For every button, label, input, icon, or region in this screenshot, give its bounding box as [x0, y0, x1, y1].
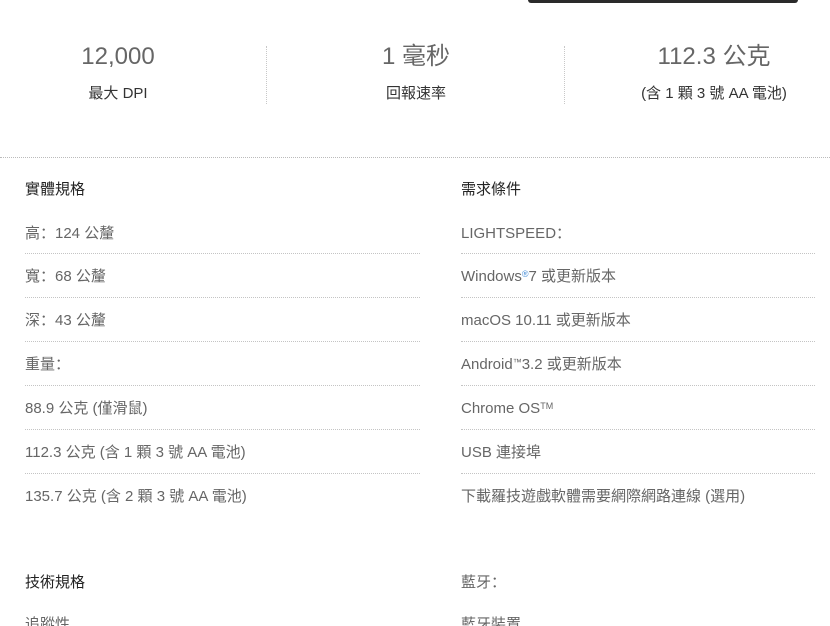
requirement-suffix: 7 或更新版本 — [528, 268, 617, 285]
requirement-row: USB 連接埠 — [461, 430, 815, 474]
stat-value: 1 毫秒 — [381, 43, 450, 70]
stat-label: 最大 DPI — [88, 85, 148, 102]
spec-row: 重量： — [25, 342, 420, 386]
stat-value: 112.3 公克 — [657, 43, 771, 70]
stat-divider — [266, 46, 267, 104]
trademark-mark: ™ — [512, 357, 522, 367]
spec-text: 寬：68 公釐 — [25, 268, 106, 285]
requirement-row: Android™ 3.2 或更新版本 — [461, 342, 815, 386]
stat-label: 回報速率 — [385, 85, 446, 102]
spec-text: 135.7 公克 (含 2 顆 3 號 AA 電池) — [25, 488, 247, 505]
spec-text: 重量： — [25, 356, 71, 373]
stat-label: (含 1 顆 3 號 AA 電池) — [641, 85, 787, 102]
requirement-text: Windows — [461, 268, 522, 285]
spec-text: 112.3 公克 (含 1 顆 3 號 AA 電池) — [25, 444, 246, 461]
registered-mark: ® — [521, 269, 529, 279]
requirement-text: USB 連接埠 — [461, 444, 542, 461]
requirement-text: 下載羅技遊戲軟體需要網際網路連線 (選用) — [461, 488, 746, 505]
requirement-text: LIGHTSPEED： — [461, 225, 572, 242]
section-divider — [0, 157, 830, 158]
requirement-text: macOS 10.11 或更新版本 — [461, 312, 631, 329]
spec-row: 135.7 公克 (含 2 顆 3 號 AA 電池) — [25, 474, 420, 518]
stat-divider — [564, 46, 565, 104]
spec-row: 深：43 公釐 — [25, 298, 420, 342]
bluetooth-item: 藍牙裝置 — [461, 616, 522, 626]
stats-row: 12,000 最大 DPI 1 毫秒 回報速率 112.3 公克 (含 1 顆 … — [0, 40, 830, 110]
tech-spec-item: 追蹤性 — [25, 616, 71, 626]
spec-text: 88.9 公克 (僅滑鼠) — [25, 400, 148, 417]
requirements: 需求條件 LIGHTSPEED： Windows® 7 或更新版本 macOS … — [461, 180, 815, 518]
spec-row: 高：124 公釐 — [25, 224, 420, 254]
requirement-row: Windows® 7 或更新版本 — [461, 254, 815, 298]
requirement-suffix: 3.2 或更新版本 — [521, 356, 622, 373]
bluetooth-heading: 藍牙： — [461, 574, 507, 591]
stat-report-rate: 1 毫秒 回報速率 — [286, 40, 546, 104]
spec-row: 寬：68 公釐 — [25, 254, 420, 298]
requirement-row: 下載羅技遊戲軟體需要網際網路連線 (選用) — [461, 474, 815, 518]
tech-specs-heading: 技術規格 — [25, 574, 86, 591]
product-spec-page: 12,000 最大 DPI 1 毫秒 回報速率 112.3 公克 (含 1 顆 … — [0, 0, 830, 626]
stat-dpi: 12,000 最大 DPI — [0, 40, 248, 104]
spec-row: 112.3 公克 (含 1 顆 3 號 AA 電池) — [25, 430, 420, 474]
stat-value: 12,000 — [81, 43, 155, 70]
requirement-row: LIGHTSPEED： — [461, 224, 815, 254]
requirement-row: macOS 10.11 或更新版本 — [461, 298, 815, 342]
trademark-mark: TM — [540, 401, 554, 411]
requirement-text: Android — [461, 356, 513, 373]
stat-weight: 112.3 公克 (含 1 顆 3 號 AA 電池) — [584, 40, 830, 104]
requirements-heading: 需求條件 — [461, 181, 522, 198]
product-image-edge — [528, 0, 798, 3]
spec-text: 深：43 公釐 — [25, 312, 106, 329]
spec-text: 高：124 公釐 — [25, 225, 115, 242]
requirement-text: Chrome OS — [461, 400, 541, 417]
requirement-row: Chrome OSTM — [461, 386, 815, 430]
physical-specs-heading: 實體規格 — [25, 181, 86, 198]
spec-row: 88.9 公克 (僅滑鼠) — [25, 386, 420, 430]
physical-specs: 實體規格 高：124 公釐 寬：68 公釐 深：43 公釐 重量： 88.9 公… — [25, 180, 420, 518]
